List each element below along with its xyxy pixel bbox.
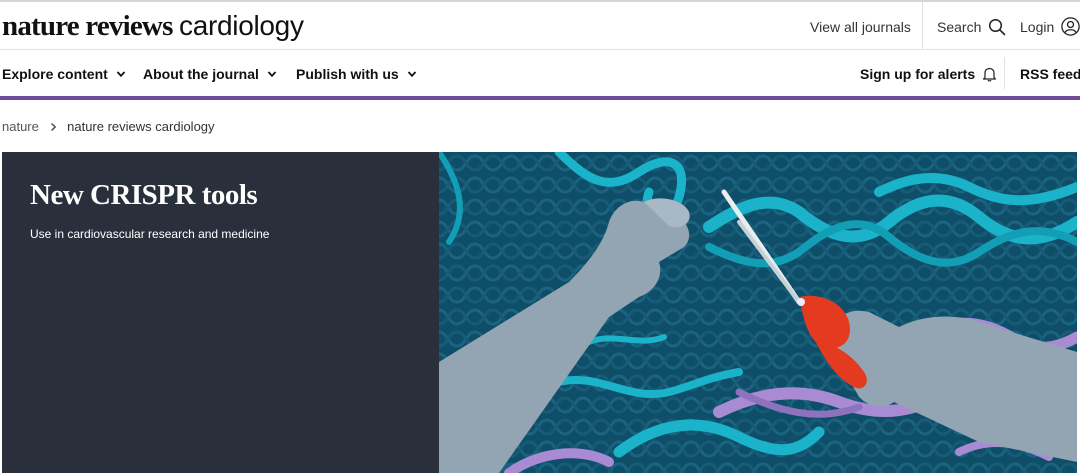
chevron-down-icon bbox=[267, 71, 276, 78]
site-header: nature reviews cardiology View all journ… bbox=[0, 2, 1080, 50]
header-divider bbox=[922, 2, 923, 50]
search-icon bbox=[989, 18, 1006, 36]
logo-bold: nature reviews bbox=[2, 10, 173, 42]
hero-subtitle: Use in cardiovascular research and medic… bbox=[30, 227, 270, 241]
nav-publish-with-us[interactable]: Publish with us bbox=[296, 65, 417, 83]
nav-explore-content[interactable]: Explore content bbox=[2, 65, 126, 83]
login-button[interactable]: Login bbox=[1020, 17, 1080, 37]
accent-bar bbox=[0, 96, 1080, 100]
hero-title[interactable]: New CRISPR tools bbox=[30, 178, 258, 212]
nav-about-journal[interactable]: About the journal bbox=[143, 65, 277, 83]
search-label: Search bbox=[937, 19, 982, 35]
chevron-down-icon bbox=[407, 71, 416, 78]
logo-light: cardiology bbox=[179, 10, 304, 41]
chevron-down-icon bbox=[116, 71, 125, 78]
alerts-label: Sign up for alerts bbox=[860, 66, 976, 82]
chevron-right-icon bbox=[50, 122, 56, 131]
hero-banner[interactable]: New CRISPR tools Use in cardiovascular r… bbox=[2, 152, 1077, 473]
bell-icon bbox=[982, 67, 997, 82]
view-all-journals-link[interactable]: View all journals bbox=[810, 18, 911, 36]
search-button[interactable]: Search bbox=[937, 18, 1006, 36]
user-circle-icon bbox=[1061, 17, 1080, 37]
nav-label: Publish with us bbox=[296, 66, 399, 82]
breadcrumb-current: nature reviews cardiology bbox=[67, 119, 215, 134]
main-nav: Explore content About the journal Publis… bbox=[0, 51, 1080, 96]
journal-logo[interactable]: nature reviews cardiology bbox=[2, 10, 304, 42]
nav-divider bbox=[1004, 57, 1005, 89]
hero-text-panel: New CRISPR tools Use in cardiovascular r… bbox=[2, 152, 439, 473]
login-label: Login bbox=[1020, 19, 1055, 35]
nav-label: Explore content bbox=[2, 66, 108, 82]
sign-up-alerts-button[interactable]: Sign up for alerts bbox=[860, 65, 997, 83]
breadcrumb: nature nature reviews cardiology bbox=[2, 119, 215, 135]
nav-label: About the journal bbox=[143, 66, 259, 82]
breadcrumb-nature[interactable]: nature bbox=[2, 119, 39, 134]
hero-illustration bbox=[436, 152, 1077, 473]
rss-feed-link[interactable]: RSS feed bbox=[1020, 65, 1080, 83]
crispr-scissors-illustration bbox=[436, 152, 1077, 473]
